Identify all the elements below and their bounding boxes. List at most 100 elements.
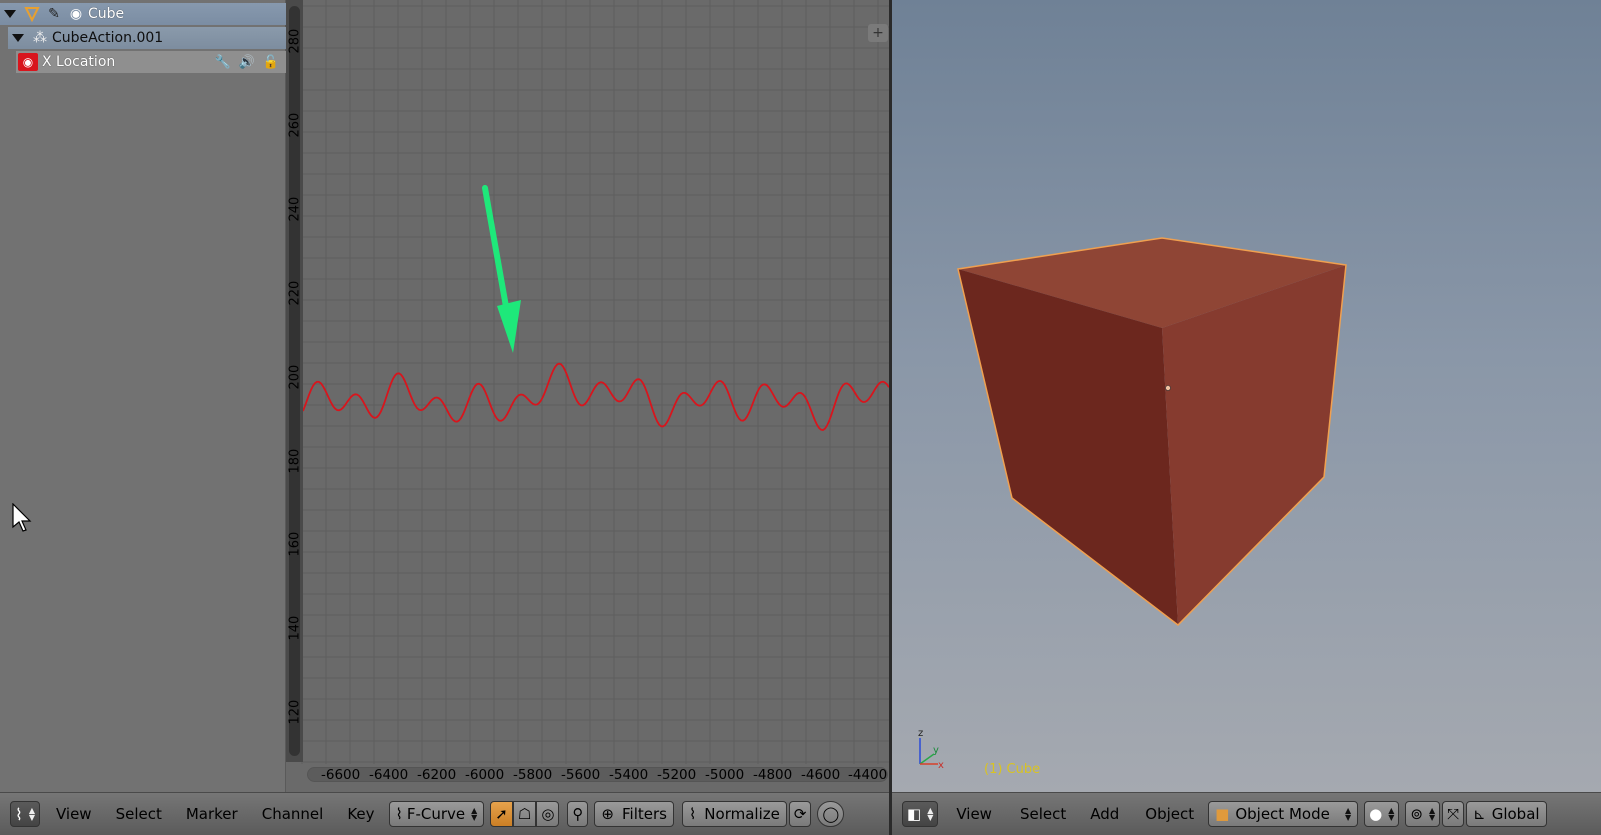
cursor-arrow-icon: ➚ <box>495 805 508 823</box>
x-tick-label: -6400 <box>369 767 409 783</box>
channel-fcurve-row[interactable]: ◉ X Location 🔧 🔊 🔓 <box>16 51 286 73</box>
3d-viewport[interactable] <box>892 0 1601 792</box>
refresh-icon: ⟳ <box>793 805 807 823</box>
mode-dropdown-label: F-Curve <box>406 805 466 823</box>
pivot-point-dropdown[interactable]: ⊚ ▲ ▼ <box>1405 801 1441 827</box>
x-tick-label: -4600 <box>801 767 841 783</box>
target-icon: ◎ <box>541 805 555 823</box>
interaction-mode-dropdown[interactable]: ■ Object Mode ▲ ▼ <box>1208 801 1359 827</box>
x-tick-label: -6600 <box>321 767 361 783</box>
editor-type-button[interactable]: ⌇ ▲ ▼ <box>10 801 40 827</box>
pin-icon[interactable]: ✎ <box>44 4 64 24</box>
x-tick-label: -5800 <box>513 767 553 783</box>
y-tick-label: 120 <box>287 699 303 725</box>
transform-orientation-dropdown[interactable]: ⊾ Global <box>1466 801 1547 827</box>
fcurve-visibility-eye-icon[interactable]: ◉ <box>18 53 38 71</box>
x-tick-label: -6000 <box>465 767 505 783</box>
menu-view[interactable]: View <box>956 805 992 823</box>
filters-button[interactable]: ⊕ Filters <box>594 801 674 827</box>
object-channel-label: Cube <box>88 6 125 22</box>
search-toggle[interactable]: ⚲ <box>567 801 589 827</box>
y-tick-label: 220 <box>287 280 303 306</box>
interaction-mode-label: Object Mode <box>1235 805 1330 823</box>
graph-editor-header: ⌇ ▲ ▼ View Select Marker Channel Key ⌇ F-C… <box>0 792 889 835</box>
viewport-shading-dropdown[interactable]: ● ▲ ▼ <box>1364 801 1400 827</box>
menu-channel[interactable]: Channel <box>262 805 324 823</box>
normalize-toggle[interactable]: ⌇ Normalize <box>681 801 787 827</box>
axis-y-label: y <box>933 745 939 756</box>
fcurve-icon: ⌇ <box>395 805 403 823</box>
action-channel-label: CubeAction.001 <box>52 30 164 46</box>
menu-select[interactable]: Select <box>1020 805 1066 823</box>
ghost-icon: ☖ <box>517 805 532 823</box>
graph-grid <box>301 0 890 764</box>
y-tick-label: 260 <box>287 112 303 138</box>
only-errors-toggle[interactable]: ◎ <box>536 801 560 827</box>
view-toggle-group: ➚ ☖ ◎ <box>490 801 560 827</box>
x-tick-label: -6200 <box>417 767 457 783</box>
y-tick-label: 180 <box>287 448 303 474</box>
only-selected-toggle[interactable]: ➚ <box>490 801 513 827</box>
orientation-axes-icon: ⊾ <box>1473 805 1486 823</box>
lock-icon[interactable]: 🔓 <box>262 53 280 71</box>
circle-icon: ◯ <box>822 805 840 823</box>
manipulator-toggle[interactable]: ⤧ <box>1442 801 1465 827</box>
y-tick-label: 140 <box>287 615 303 641</box>
expand-triangle-icon[interactable] <box>12 34 24 42</box>
cube-object[interactable] <box>892 0 1601 792</box>
solid-shading-icon: ● <box>1369 805 1383 823</box>
mesh-filter-icon <box>22 4 42 24</box>
modifier-wrench-icon[interactable]: 🔧 <box>214 53 232 71</box>
x-tick-label: -5000 <box>705 767 745 783</box>
filter-icon: ⊕ <box>601 805 614 823</box>
x-tick-label: -4400 <box>848 767 888 783</box>
menu-key[interactable]: Key <box>347 805 374 823</box>
channel-list-panel: ✎ ◉ Cube ⁂ CubeAction.001 ◉ X Location 🔧… <box>0 0 286 806</box>
normalize-icon: ⌇ <box>688 805 697 823</box>
axis-x-label: x <box>938 760 944 771</box>
mouse-cursor-icon <box>12 503 32 532</box>
auto-normalize-toggle[interactable]: ⟳ <box>788 801 812 827</box>
y-tick-label: 200 <box>287 364 303 390</box>
transform-orientation-label: Global <box>1491 805 1540 823</box>
editor-type-button[interactable]: ◧ ▲ ▼ <box>902 801 939 827</box>
menu-select[interactable]: Select <box>116 805 162 823</box>
x-tick-label: -5600 <box>561 767 601 783</box>
eye-icon[interactable]: ◉ <box>66 4 86 24</box>
menu-marker[interactable]: Marker <box>186 805 238 823</box>
fcurve-curve <box>302 362 890 431</box>
y-tick-label: 280 <box>287 28 303 54</box>
object-mode-cube-icon: ■ <box>1215 805 1230 823</box>
properties-toggle-button[interactable]: + <box>868 24 888 42</box>
x-tick-label: -5200 <box>657 767 697 783</box>
y-tick-label: 160 <box>287 531 303 557</box>
normalize-label: Normalize <box>704 805 780 823</box>
viewport-object-label: (1) Cube <box>984 762 1041 777</box>
proportional-edit-toggle[interactable]: ◯ <box>817 801 845 827</box>
show-hidden-toggle[interactable]: ☖ <box>512 801 537 827</box>
x-tick-label: -4800 <box>753 767 793 783</box>
manipulator-icon: ⤧ <box>1447 805 1460 823</box>
mode-dropdown[interactable]: ⌇ F-Curve ▲ ▼ <box>388 801 485 827</box>
fcurve-channel-label: X Location <box>42 54 116 70</box>
graph-editor-canvas[interactable] <box>286 0 890 792</box>
magnifier-icon: ⚲ <box>572 805 584 823</box>
y-tick-label: 240 <box>287 196 303 222</box>
graph-editor-icon: ⌇ <box>15 804 23 824</box>
menu-add[interactable]: Add <box>1090 805 1119 823</box>
action-icon: ⁂ <box>33 30 47 46</box>
annotation-arrow <box>482 185 521 353</box>
mute-speaker-icon[interactable]: 🔊 <box>238 53 256 71</box>
expand-triangle-icon[interactable] <box>4 10 16 18</box>
menu-object[interactable]: Object <box>1145 805 1194 823</box>
channel-action-row[interactable]: ⁂ CubeAction.001 <box>8 27 286 49</box>
axis-gizmo-icon: z y x <box>918 728 944 771</box>
filters-label: Filters <box>622 805 667 823</box>
3d-view-header: ◧ ▲ ▼ View Select Add Object ■ Object Mode… <box>892 792 1601 835</box>
menu-view[interactable]: View <box>56 805 92 823</box>
channel-object-row[interactable]: ✎ ◉ Cube <box>0 3 286 25</box>
cube-view-icon: ◧ <box>907 805 922 823</box>
axis-z-label: z <box>918 728 923 739</box>
pivot-icon: ⊚ <box>1410 805 1423 823</box>
x-tick-label: -5400 <box>609 767 649 783</box>
